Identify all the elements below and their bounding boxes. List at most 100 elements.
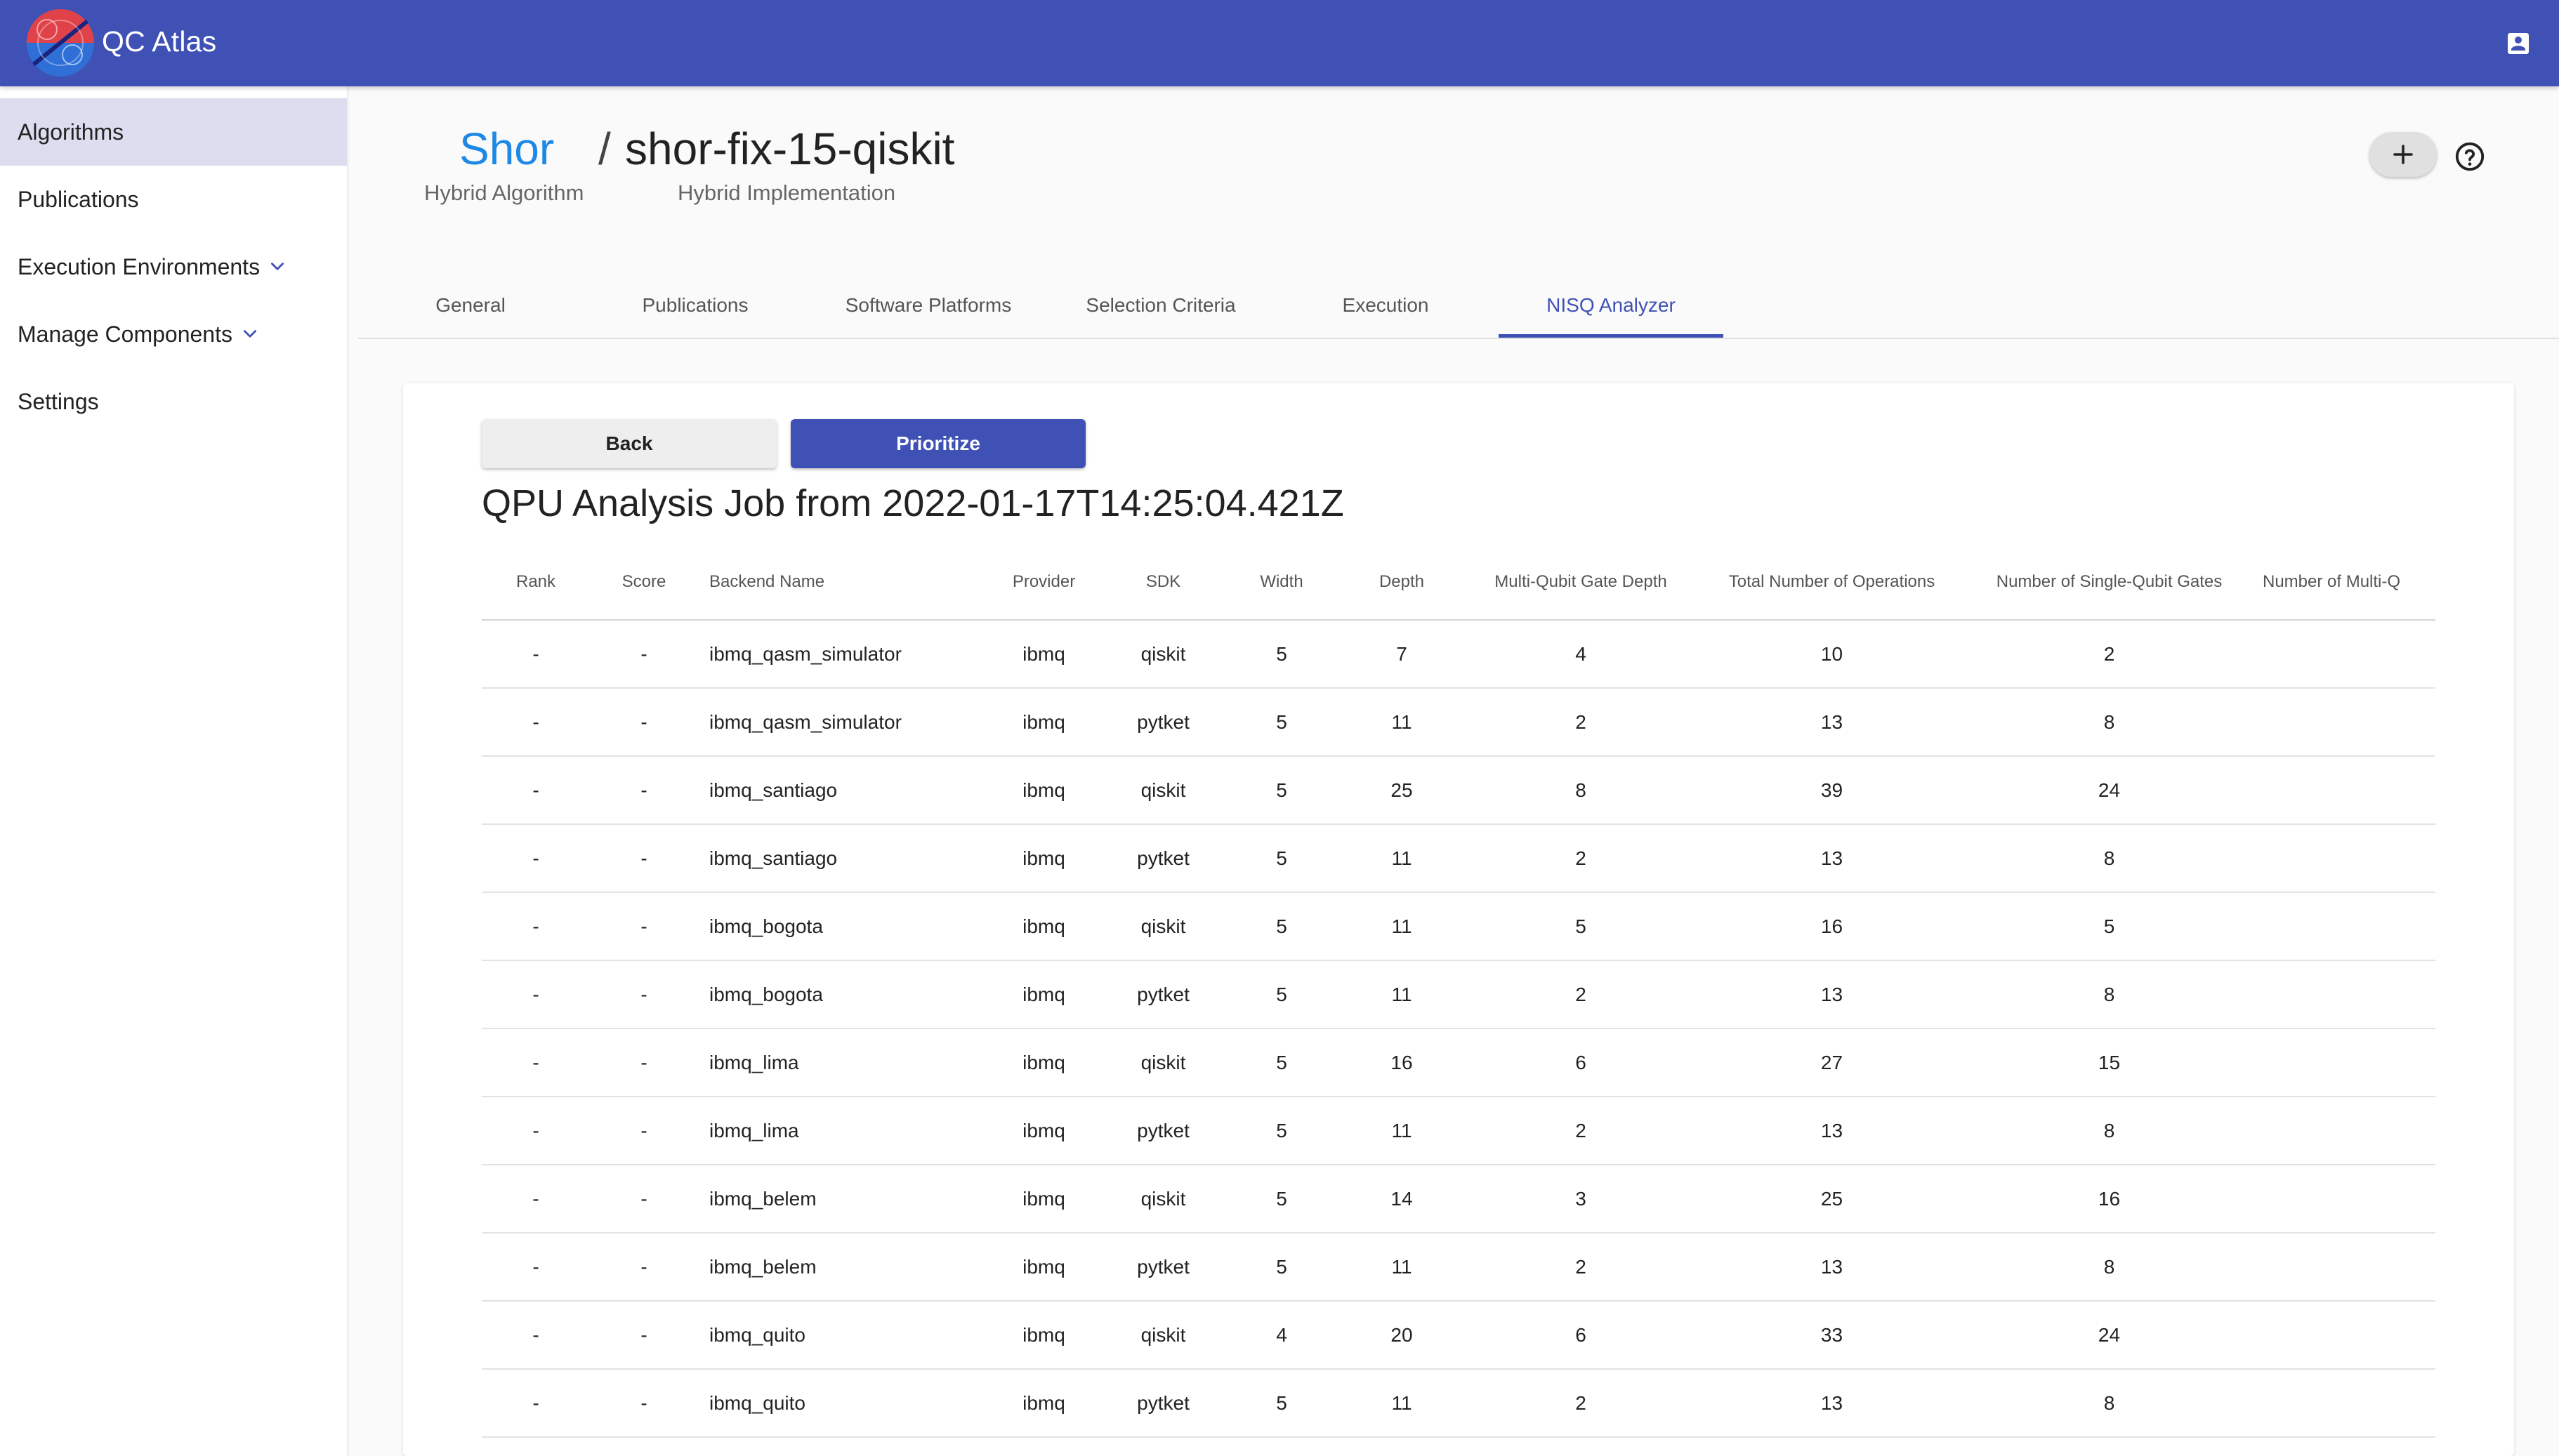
tab-general[interactable]: General [358,272,583,338]
single-qubit-gates-cell: 8 [1967,1369,2251,1438]
single-qubit-gates-cell: 8 [1967,960,2251,1029]
sdk-cell: pytket [1102,1369,1225,1438]
column-header[interactable]: Rank [482,545,590,621]
rank-cell: - [482,960,590,1029]
rank-cell: - [482,620,590,689]
sidebar-item-publications[interactable]: Publications [0,166,347,233]
column-header[interactable]: Provider [986,545,1102,621]
table-row[interactable]: --ibmq_bogotaibmqpytket51121382 [482,960,2435,1029]
sidebar-item-manage-components[interactable]: Manage Components [0,300,347,368]
sidebar-item-settings[interactable]: Settings [0,368,347,435]
total-operations-cell: 13 [1697,960,1967,1029]
provider-cell: ibmq [986,688,1102,757]
sdk-cell: qiskit [1102,1165,1225,1233]
provider-cell: ibmq [986,1028,1102,1097]
provider-cell: ibmq [986,756,1102,825]
score-cell: - [590,1233,698,1302]
width-cell: 5 [1225,892,1338,961]
tab-execution[interactable]: Execution [1273,272,1498,338]
score-cell: - [590,1301,698,1370]
rank-cell: - [482,1233,590,1302]
table-row[interactable]: --ibmq_limaibmqqiskit516627159 [482,1028,2435,1097]
tab-publications[interactable]: Publications [583,272,808,338]
active-tab-indicator [1499,334,1723,338]
sidebar-item-algorithms[interactable]: Algorithms [0,98,347,166]
multi-qubit-gates-cell: 6 [2251,1165,2435,1233]
single-qubit-gates-cell: 2 [1967,620,2251,689]
column-header[interactable]: Backend Name [698,545,986,621]
backend-name-cell: ibmq_belem [698,1233,986,1302]
multi-qubit-gate-depth-cell: 5 [1465,892,1697,961]
width-cell: 5 [1225,960,1338,1029]
column-header[interactable]: Total Number of Operations [1697,545,1967,621]
score-cell: - [590,1028,698,1097]
width-cell: 5 [1225,1165,1338,1233]
multi-qubit-gate-depth-cell: 2 [1465,960,1697,1029]
single-qubit-gates-cell: 8 [1967,688,2251,757]
score-cell: - [590,1165,698,1233]
column-header[interactable]: Depth [1338,545,1465,621]
total-operations-cell: 39 [1697,756,1967,825]
column-header[interactable]: Width [1225,545,1338,621]
total-operations-cell: 13 [1697,1097,1967,1165]
add-button[interactable] [2369,132,2437,177]
total-operations-cell: 25 [1697,1165,1967,1233]
app-title[interactable]: QC Atlas [102,25,216,58]
chevron-down-icon[interactable] [268,258,287,276]
plus-icon [2393,145,2413,164]
table-row[interactable]: --ibmq_qasm_simulatoribmqqiskit5741025 [482,620,2435,689]
table-row[interactable]: --ibmq_quitoibmqqiskit420633246 [482,1301,2435,1370]
width-cell: 5 [1225,756,1338,825]
sidebar-item-label: Algorithms [18,119,124,145]
rank-cell: - [482,1097,590,1165]
total-operations-cell: 13 [1697,1369,1967,1438]
column-header[interactable]: Score [590,545,698,621]
table-row[interactable]: --ibmq_limaibmqpytket51121382 [482,1097,2435,1165]
width-cell: 5 [1225,1369,1338,1438]
table-row[interactable]: --ibmq_quitoibmqpytket51121382 [482,1369,2435,1438]
width-cell: 5 [1225,1233,1338,1302]
results-table-container[interactable]: Rank Score Backend Name Provider SDK Wid… [482,545,2435,1456]
table-row[interactable]: --ibmq_belemibmqpytket51121382 [482,1233,2435,1302]
table-row[interactable]: --ibmq_bogotaibmqqiskit51151658 [482,892,2435,961]
multi-qubit-gate-depth-cell: 2 [1465,688,1697,757]
table-row[interactable]: --ibmq_qasm_simulatoribmqpytket51121382 [482,688,2435,757]
chevron-down-icon[interactable] [241,325,259,343]
multi-qubit-gates-cell: 2 [2251,1369,2435,1438]
sidebar-item-label: Settings [18,388,99,414]
depth-cell: 7 [1338,620,1465,689]
breadcrumb-separator: / [598,124,611,174]
column-header[interactable]: Number of Single-Qubit Gates [1967,545,2251,621]
width-cell: 5 [1225,824,1338,893]
total-operations-cell: 13 [1697,1233,1967,1302]
score-cell: - [590,892,698,961]
score-cell: - [590,1097,698,1165]
column-header[interactable]: SDK [1102,545,1225,621]
table-row[interactable]: --ibmq_santiagoibmqqiskit5258392412 [482,756,2435,825]
tab-label: Selection Criteria [1086,293,1236,316]
table-row[interactable]: --ibmq_belemibmqqiskit514325166 [482,1165,2435,1233]
help-circle-icon[interactable] [2454,140,2486,173]
account-box-icon[interactable] [2504,29,2532,58]
back-button[interactable]: Back [482,419,777,468]
job-title: QPU Analysis Job from 2022-01-17T14:25:0… [482,482,1344,524]
column-header[interactable]: Number of Multi-Q [2251,545,2435,621]
tab-label: General [435,293,506,316]
sidebar-item-execution-environments[interactable]: Execution Environments [0,233,347,300]
table-row[interactable]: --ibmq_santiagoibmqpytket51121382 [482,824,2435,893]
qc-atlas-logo[interactable] [26,8,95,77]
tab-selection-criteria[interactable]: Selection Criteria [1048,272,1273,338]
depth-cell: 11 [1338,1369,1465,1438]
backend-name-cell: ibmq_santiago [698,824,986,893]
tab-software-platforms[interactable]: Software Platforms [816,272,1041,338]
depth-cell: 11 [1338,960,1465,1029]
multi-qubit-gates-cell: 12 [2251,756,2435,825]
depth-cell: 16 [1338,1028,1465,1097]
backend-name-cell: ibmq_bogota [698,960,986,1029]
tab-nisq-analyzer[interactable]: NISQ Analyzer [1499,272,1723,338]
column-header[interactable]: Multi-Qubit Gate Depth [1465,545,1697,621]
algorithm-link[interactable]: Shor [459,123,554,175]
provider-cell: ibmq [986,1165,1102,1233]
prioritize-button[interactable]: Prioritize [791,419,1086,468]
single-qubit-gates-cell: 5 [1967,892,2251,961]
